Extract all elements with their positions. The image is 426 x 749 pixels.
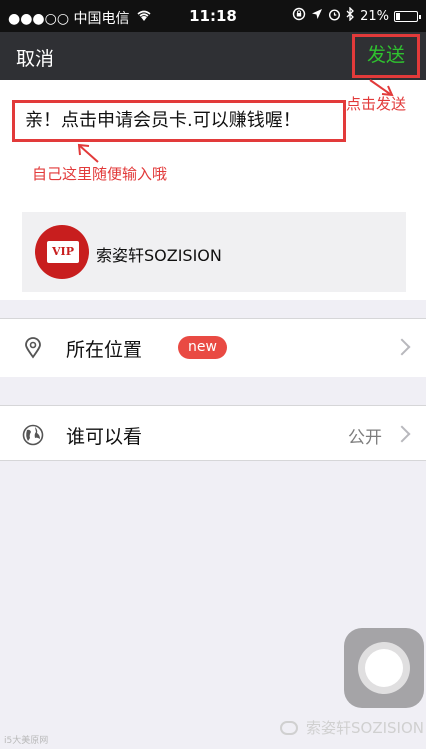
cancel-button[interactable]: 取消	[16, 44, 54, 71]
battery-percent: 21%	[360, 8, 389, 24]
watermark-left: i5大美原网	[4, 736, 49, 746]
visibility-value: 公开	[348, 428, 382, 448]
battery-icon	[394, 10, 421, 22]
location-arrow-icon	[311, 8, 323, 24]
location-pin-icon	[22, 337, 44, 359]
location-row[interactable]: 所在位置 new	[0, 319, 426, 377]
bluetooth-icon	[346, 6, 355, 25]
location-label: 所在位置	[66, 339, 143, 361]
vip-logo: VIP	[35, 225, 89, 279]
new-badge: new	[178, 336, 227, 359]
message-input[interactable]: 亲！点击申请会员卡.可以赚钱喔！	[12, 100, 346, 142]
input-hint-label: 自己这里随便输入哦	[32, 165, 168, 183]
shared-link-title: 索姿轩SOZISION	[96, 246, 222, 265]
send-button[interactable]: 发送	[352, 34, 420, 78]
visibility-row[interactable]: 谁可以看 公开	[0, 405, 426, 461]
assistive-touch-button[interactable]	[344, 628, 424, 708]
status-right-group: 21%	[292, 6, 421, 25]
watermark-right: 索姿轩SOZISION	[280, 717, 424, 738]
send-hint-label: 点击发送	[346, 95, 407, 113]
shared-link-card[interactable]: VIP 索姿轩SOZISION	[22, 212, 406, 292]
input-hint-arrow	[77, 143, 99, 163]
orientation-lock-icon	[292, 7, 306, 25]
globe-icon	[22, 424, 44, 446]
chevron-right-icon	[393, 338, 411, 356]
status-bar: ●●●○○ 中国电信 11:18 21%	[0, 0, 426, 32]
vip-badge-label: VIP	[47, 241, 79, 263]
visibility-label: 谁可以看	[66, 426, 143, 448]
battery-fill	[396, 12, 400, 20]
watermark-right-text: 索姿轩SOZISION	[306, 719, 425, 737]
alarm-icon	[328, 8, 341, 25]
chevron-right-icon	[393, 425, 411, 443]
wechat-icon	[280, 720, 298, 735]
